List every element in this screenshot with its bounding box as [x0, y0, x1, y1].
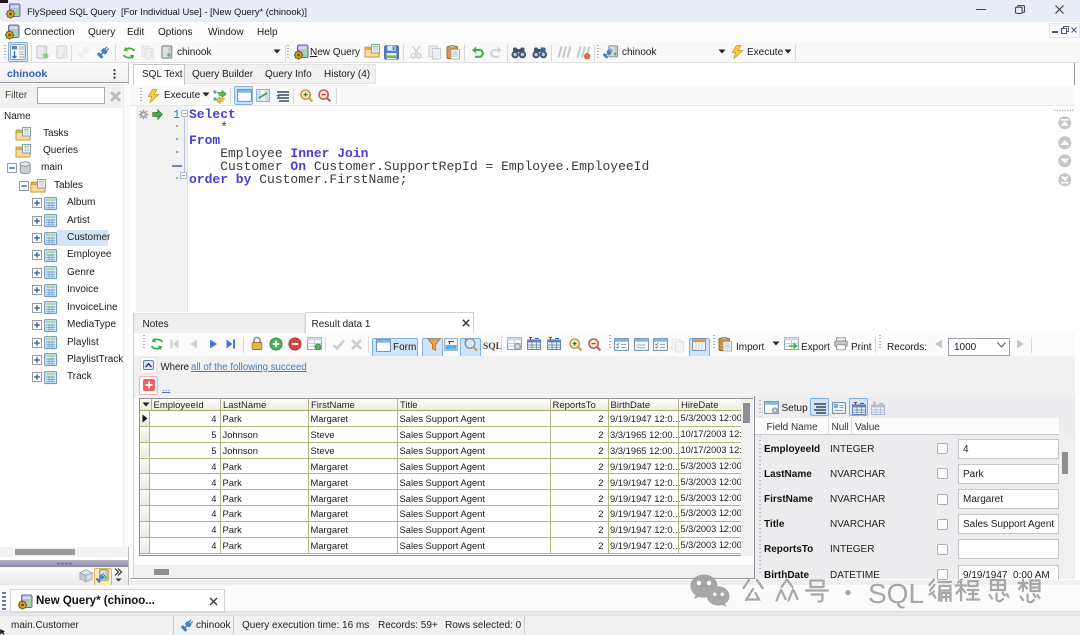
svg-text:SQL: SQL [868, 578, 924, 609]
svg-text:SQL: SQL [483, 342, 502, 352]
svg-text:b: b [540, 46, 545, 55]
